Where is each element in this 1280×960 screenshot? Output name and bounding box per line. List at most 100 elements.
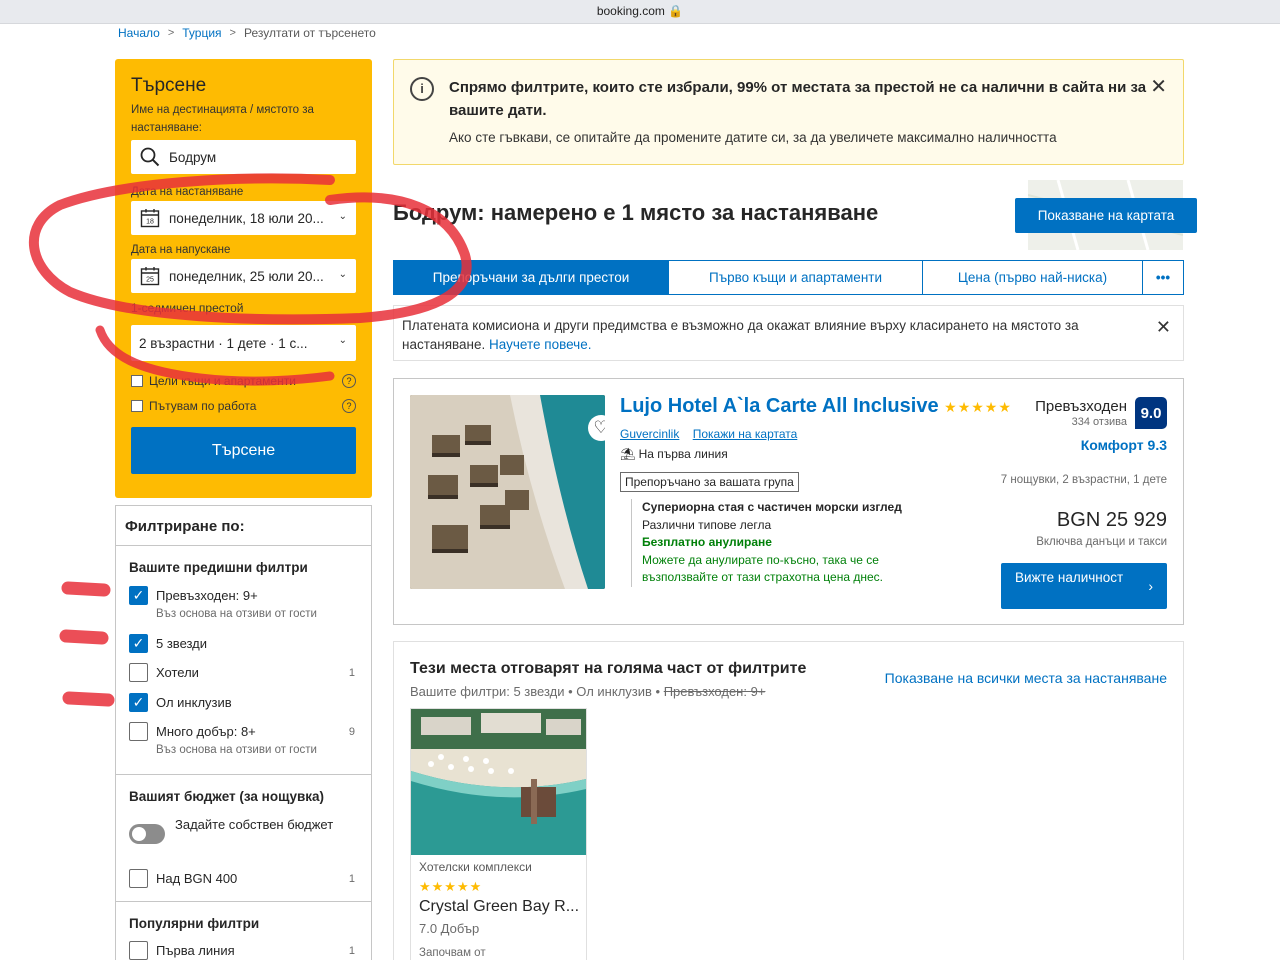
annotation-mark [59, 629, 109, 645]
learn-more-link[interactable]: Научете повече. [489, 337, 591, 352]
property-card[interactable]: ♡ Lujo Hotel A`la Carte All Inclusive ★★… [393, 378, 1184, 625]
tab-price-lowest[interactable]: Цена (първо най-ниска) [923, 261, 1143, 294]
checkbox-checked[interactable]: ✓ [129, 586, 148, 605]
show-all-link[interactable]: Показване на всички места за настаняване [885, 670, 1167, 686]
hotel-photo[interactable]: ♡ [410, 395, 605, 589]
partial-filters-struck: Превъзходен: 9+ [663, 684, 766, 699]
see-availability-button[interactable]: Вижте наличност › [1001, 563, 1167, 609]
budget-toggle[interactable] [129, 824, 165, 844]
breadcrumb-home[interactable]: Начало [118, 26, 160, 40]
commission-notice: Платената комисиона и други предимства е… [393, 305, 1184, 361]
filter-count: 1 [348, 667, 355, 679]
filter-item[interactable]: Хотели 1 [129, 663, 359, 682]
filter-item[interactable]: ✓ Ол инклузив [129, 693, 359, 712]
work-travel-label: Пътувам по работа [149, 399, 257, 413]
filter-item[interactable]: ✓ 5 звезди [129, 634, 359, 653]
budget-toggle-text: Задайте собствен бюджет [175, 817, 334, 832]
filter-label: 5 звезди [156, 636, 208, 651]
whole-homes-option[interactable]: Цели къщи и апартаменти ? [131, 374, 356, 388]
divider [116, 901, 371, 902]
search-title: Търсене [131, 75, 207, 96]
filter-item[interactable]: Над BGN 400 1 [129, 869, 359, 888]
calendar-icon: 18 [139, 207, 161, 229]
hotel-name[interactable]: Lujo Hotel A`la Carte All Inclusive ★★★★… [620, 395, 1012, 418]
filter-item[interactable]: Много добър: 8+ Въз основа на отзиви от г… [129, 722, 359, 759]
bed-types: Различни типове легла [642, 517, 772, 532]
help-icon[interactable]: ? [342, 399, 356, 413]
budget-title: Вашият бюджет (за нощувка) [129, 789, 325, 804]
checkbox-checked[interactable]: ✓ [129, 693, 148, 712]
checkbox-unchecked[interactable] [129, 869, 148, 888]
checkout-field[interactable]: 25 понеделник, 25 юли 20... ⌄ [131, 259, 356, 293]
room-type: Супериорна стая с частичен морски изглед [642, 500, 902, 514]
budget-toggle-label: Задайте собствен бюджет [175, 815, 355, 834]
browser-url-bar[interactable]: booking.com 🔒 [0, 0, 1280, 24]
tab-more[interactable]: ••• [1143, 261, 1183, 294]
review-score-badge[interactable]: 9.0 [1135, 397, 1167, 429]
filter-sub: Въз основа на отзиви от гости [156, 608, 317, 620]
beachfront-text: На първа линия [638, 447, 728, 461]
popular-title: Популярни филтри [129, 916, 260, 931]
breadcrumb-current: Резултати от търсенето [243, 26, 376, 40]
star-rating: ★★★★★ [419, 879, 483, 894]
hotel-links: Guvercinlik Покажи на картата [620, 427, 807, 441]
search-icon [139, 146, 161, 168]
filter-item[interactable]: ✓ Превъзходен: 9+ Въз основа на отзиви от… [129, 586, 359, 623]
destination-input[interactable]: Бодрум [131, 140, 356, 174]
annotation-mark [61, 581, 111, 597]
hotel-name-text[interactable]: Lujo Hotel A`la Carte All Inclusive [620, 395, 939, 417]
property-rating: 7.0 Добър [419, 921, 480, 936]
property-name[interactable]: Crystal Green Bay R... [419, 898, 579, 916]
checkbox-checked[interactable]: ✓ [129, 634, 148, 653]
chevron-down-icon: ⌄ [338, 269, 347, 280]
filter-label: Ол инклузив [156, 695, 232, 710]
destination-value: Бодрум [169, 149, 217, 165]
help-icon[interactable]: ? [342, 374, 356, 388]
price: BGN 25 929 [1056, 509, 1167, 531]
checkbox-unchecked[interactable] [129, 663, 148, 682]
work-travel-checkbox[interactable] [131, 400, 143, 412]
guests-value: 2 възрастни · 1 дете · 1 с... [139, 335, 308, 351]
resort-photo[interactable] [411, 709, 586, 855]
filter-count: 1 [348, 945, 355, 957]
close-icon[interactable]: ✕ [1156, 318, 1171, 337]
whole-homes-label: Цели къщи и апартаменти [149, 374, 296, 388]
property-mini-card[interactable]: Хотелски комплекси ★★★★★ Crystal Green B… [410, 708, 587, 960]
filter-count: 9 [348, 726, 355, 738]
close-icon[interactable]: ✕ [1150, 74, 1167, 99]
partial-heading: Тези места отговарят на голяма част от ф… [410, 660, 807, 677]
tab-homes-first[interactable]: Първо къщи и апартаменти [669, 261, 923, 294]
whole-homes-checkbox[interactable] [131, 375, 143, 387]
checkout-label: Дата на напускане [131, 244, 231, 256]
search-button[interactable]: Търсене [131, 427, 356, 474]
star-rating: ★★★★★ [944, 399, 1012, 415]
filter-label: Много добър: 8+ [156, 724, 256, 739]
checkout-value: понеделник, 25 юли 20... [169, 268, 324, 284]
room-details: Супериорна стая с частичен морски изглед… [631, 499, 971, 587]
partial-filters: Вашите филтри: 5 звезди • Ол инклузив • … [410, 684, 765, 699]
url-text: booking.com 🔒 [596, 4, 684, 18]
filters-header: Филтриране по: [116, 506, 371, 546]
beach-icon: ⛱ [620, 447, 636, 461]
sort-tabs: Препоръчани за дълги престои Първо къщи … [393, 260, 1184, 295]
checkin-field[interactable]: 18 понеделник, 18 юли 20... ⌄ [131, 201, 356, 235]
score-label: Превъзходен [1035, 398, 1127, 415]
guests-field[interactable]: 2 възрастни · 1 дете · 1 с... ⌄ [131, 325, 356, 361]
checkbox-unchecked[interactable] [129, 941, 148, 960]
checkbox-unchecked[interactable] [129, 722, 148, 741]
checkout-day: 25 [146, 277, 154, 284]
chevron-right-icon: > [229, 27, 236, 39]
filter-item[interactable]: Първа линия 1 [129, 941, 359, 960]
chevron-right-icon: > [167, 27, 175, 39]
breadcrumb-country[interactable]: Турция [182, 26, 221, 40]
show-on-map-link[interactable]: Покажи на картата [693, 427, 798, 441]
location-link[interactable]: Guvercinlik [620, 427, 679, 441]
results-title: Бодрум: намерено е 1 място за настаняван… [393, 200, 879, 225]
filter-sub: Въз основа на отзиви от гости [156, 744, 317, 756]
work-travel-option[interactable]: Пътувам по работа ? [131, 399, 356, 413]
show-map-button[interactable]: Показване на картата [1015, 198, 1197, 233]
alert-body: Ако сте гъвкави, се опитайте да променит… [449, 130, 1057, 145]
checkin-value: понеделник, 18 юли 20... [169, 210, 324, 226]
availability-alert: i Спрямо филтрите, които сте избрали, 99… [393, 59, 1184, 165]
tab-long-stays[interactable]: Препоръчани за дълги престои [394, 261, 669, 294]
